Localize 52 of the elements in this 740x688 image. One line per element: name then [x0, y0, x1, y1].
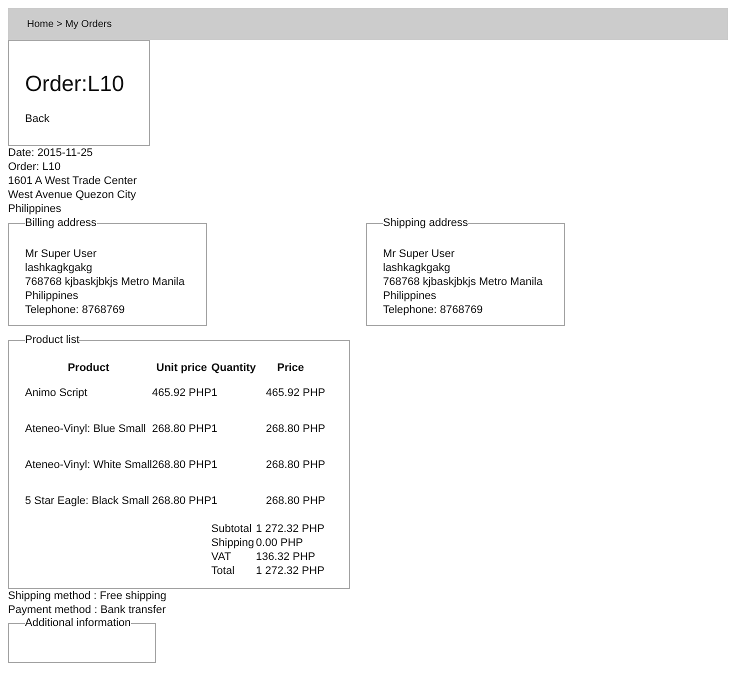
order-info-line: Date: 2015-11-25 [8, 146, 94, 160]
table-cell-text: Ateneo-Vinyl: White Small [25, 458, 152, 473]
table-cell-text: 268.80 PHP [264, 494, 326, 508]
total-value: 1 272.32 PHP [256, 564, 326, 578]
column-header: Price [256, 362, 326, 386]
order-info-line: West Avenue Quezon City [8, 188, 137, 202]
panel-legend: Product list [25, 334, 80, 346]
address-line: Mr Super User [383, 247, 456, 261]
table-cell-text: 268.80 PHP [152, 458, 212, 473]
address-line: 768768 kjbaskjbkjs Metro Manila [383, 275, 544, 289]
column-header: Product [66, 362, 110, 376]
back-link[interactable]: Back [25, 113, 50, 125]
total-label: Subtotal [211, 522, 253, 536]
method-line: Payment method : Bank transfer [8, 603, 167, 617]
address-line: lashkagkgakg [383, 261, 452, 275]
table-cell-text: 268.80 PHP [264, 422, 326, 437]
address-line: Mr Super User [25, 247, 98, 261]
address-line: Telephone: 8768769 [25, 303, 126, 317]
panel-legend: Additional information [25, 617, 131, 629]
table-cell-text: 5 Star Eagle: Black Small [25, 494, 150, 508]
table-cell: 268.80 PHP [152, 494, 212, 508]
column-header: Unit price [152, 362, 212, 386]
total-value: 0.00 PHP [256, 536, 304, 550]
total-label: VAT [211, 550, 232, 564]
table-cell-text: Ateneo-Vinyl: Blue Small [25, 422, 147, 437]
table-cell-text: 268.80 PHP [264, 458, 326, 473]
table-cell-text: 268.80 PHP [152, 422, 212, 437]
table-cell-text: 1 [211, 458, 218, 473]
table-cell-text: 1 [211, 386, 218, 401]
table-cell-text: 465.92 PHP [264, 386, 326, 401]
address-line: Telephone: 8768769 [383, 303, 484, 317]
address-line: Philippines [383, 289, 438, 303]
total-label: Shipping [211, 536, 256, 550]
method-line: Shipping method : Free shipping [8, 589, 168, 603]
breadcrumb[interactable]: Home > My Orders [27, 18, 112, 30]
table-cell-text: 1 [211, 422, 218, 437]
order-info-line: 1601 A West Trade Center [8, 174, 138, 188]
total-label: Total [211, 564, 236, 578]
total-value: 136.32 PHP [256, 550, 316, 564]
panel-legend: Shipping address [383, 217, 468, 229]
table-cell-text: 465.92 PHP [152, 386, 212, 401]
panel-legend: Billing address [25, 217, 97, 229]
order-title: Order:L10 [25, 71, 126, 97]
total-value: 1 272.32 PHP [256, 522, 326, 536]
column-header: Quantity [211, 362, 256, 376]
address-line: 768768 kjbaskjbkjs Metro Manila [25, 275, 186, 289]
address-line: Philippines [25, 289, 80, 303]
order-info-line: Philippines [8, 202, 62, 216]
table-cell-text: 1 [211, 494, 218, 508]
order-info-line: Order: L10 [8, 160, 62, 174]
table-cell: Animo Script [25, 386, 152, 422]
address-line: lashkagkgakg [25, 261, 94, 275]
